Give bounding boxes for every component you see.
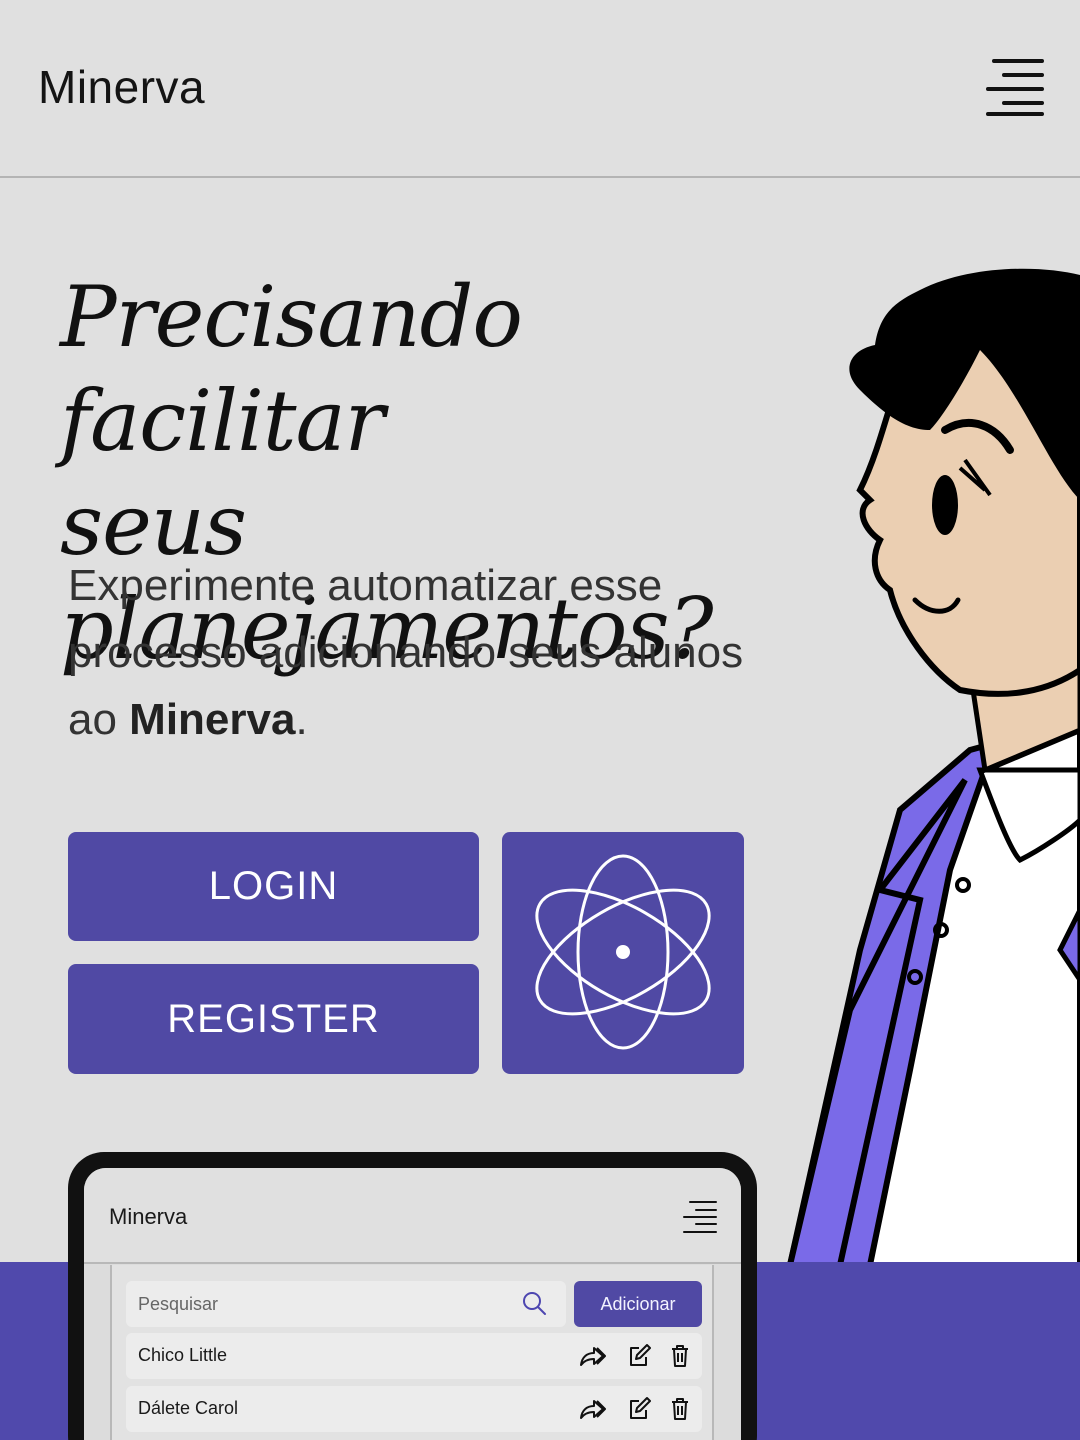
preview-logo: Minerva — [109, 1204, 188, 1229]
hero-description-brand: Minerva — [129, 695, 296, 744]
edit-icon[interactable] — [626, 1343, 654, 1369]
top-bar: Minerva — [0, 0, 1080, 178]
tablet-screen: Minerva Pesquisar Adicionar Chico Little… — [84, 1168, 741, 1440]
search-input[interactable] — [126, 1281, 566, 1327]
preview-body: Adicionar Chico Little Dálete Carol — [110, 1265, 714, 1440]
forward-icon[interactable] — [578, 1396, 606, 1422]
atom-icon — [535, 854, 711, 1050]
hero-description-end: . — [295, 695, 308, 744]
trash-icon[interactable] — [666, 1343, 694, 1369]
add-button[interactable]: Adicionar — [574, 1281, 702, 1327]
menu-icon[interactable] — [984, 56, 1046, 120]
login-button[interactable]: LOGIN — [68, 832, 479, 941]
student-name: Chico Little — [138, 1345, 228, 1365]
edit-icon[interactable] — [626, 1396, 654, 1422]
preview-menu-icon[interactable] — [682, 1200, 718, 1234]
student-name: Dálete Carol — [138, 1398, 239, 1418]
hero-description: Experimente automatizar esse processo ad… — [68, 552, 768, 753]
character-illustration — [786, 268, 1080, 1265]
preview-header: Minerva — [84, 1168, 741, 1264]
table-row[interactable]: Dálete Carol — [126, 1386, 702, 1432]
forward-icon[interactable] — [578, 1343, 606, 1369]
table-row[interactable]: Chico Little — [126, 1333, 702, 1379]
atom-button[interactable] — [502, 832, 744, 1074]
trash-icon[interactable] — [666, 1396, 694, 1422]
app-logo[interactable]: Minerva — [38, 60, 205, 114]
register-button[interactable]: REGISTER — [68, 964, 479, 1074]
tablet-preview: Minerva Pesquisar Adicionar Chico Little… — [68, 1152, 757, 1440]
search-icon[interactable] — [522, 1291, 548, 1317]
hero-title-line-1: Precisando facilitar — [60, 268, 523, 470]
